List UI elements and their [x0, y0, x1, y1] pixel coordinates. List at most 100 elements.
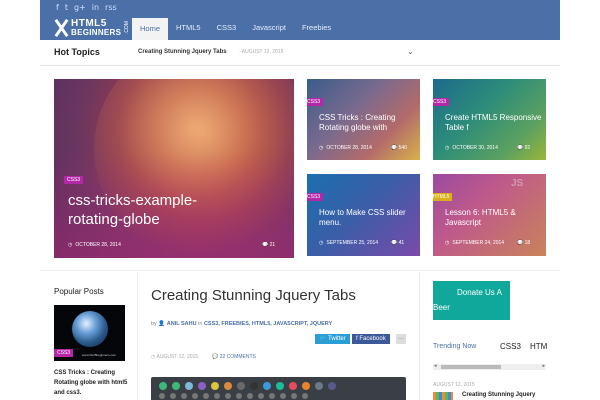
top-bar: f t g+ in rss — [40, 0, 560, 16]
post-meta: ◷ SEPTEMBER 25, 2014 — [319, 240, 378, 246]
category-tag[interactable]: HTML5 — [433, 193, 453, 201]
featured-title[interactable]: css-tricks-example-rotating-globe — [68, 191, 238, 229]
post-meta: ◷ OCTOBER 28, 2014 — [68, 242, 121, 248]
color-swatch — [172, 382, 180, 390]
donate-button[interactable]: Donate Us A Beer — [433, 281, 510, 320]
clock-icon: ◷ — [68, 242, 73, 248]
hot-topic-date: - AUGUST 12, 2015 — [239, 49, 284, 55]
google-plus-icon[interactable]: g+ — [74, 3, 86, 13]
tile-title[interactable]: CSS Tricks : Creating Rotating globe wit… — [319, 113, 419, 133]
comment-count: 💬 41 — [391, 240, 405, 246]
category-tag[interactable]: CSS3 — [64, 176, 84, 184]
color-swatch — [276, 382, 284, 390]
article-date: ◷ AUGUST 12, 2015 — [151, 354, 199, 360]
featured-tile-2[interactable]: CSS3 Create HTML5 Responsive Table f ◷ O… — [433, 79, 546, 160]
article-date-value: AUGUST 12, 2015 — [156, 354, 199, 360]
article-comments-link[interactable]: 💬 22 COMMENTS — [212, 354, 256, 360]
category-tag[interactable]: CSS3 — [433, 98, 450, 106]
nav-html5[interactable]: HTML5 — [168, 16, 209, 40]
popular-posts-title: Popular Posts — [54, 287, 104, 296]
category-tag[interactable]: CSS3 — [307, 193, 324, 201]
swatch-row-2 — [159, 393, 308, 399]
tab-html[interactable]: HTM — [530, 342, 547, 351]
post-meta: ◷ OCTOBER 28, 2014 — [319, 145, 372, 151]
popular-post-tag[interactable]: CSS3 — [54, 349, 74, 357]
css3-logo-icon: JS — [511, 178, 524, 189]
donate-line1: Donate Us A — [457, 288, 502, 297]
twitter-icon[interactable]: t — [65, 3, 68, 13]
color-swatch — [263, 382, 271, 390]
post-meta: ◷ SEPTEMBER 24, 2014 — [445, 240, 504, 246]
logo-x-icon — [54, 18, 68, 38]
nav-freebies[interactable]: Freebies — [294, 16, 339, 40]
article-comments-value: 22 COMMENTS — [219, 354, 256, 360]
nav-bar: HTML5 BEGINNERS .COM Home HTML5 CSS3 Jav… — [40, 16, 560, 40]
in-label: in — [198, 321, 203, 327]
trending-now-title: Trending Now — [433, 343, 477, 350]
post-meta: ◷ OCTOBER 30, 2014 — [445, 145, 498, 151]
category-links[interactable]: CSS3, FREEBIES, HTML5, JAVASCRIPT, JQUER… — [204, 321, 332, 327]
facebook-label: Facebook — [359, 336, 386, 342]
color-swatch — [185, 382, 193, 390]
facebook-share-button[interactable]: f Facebook — [352, 334, 390, 344]
right-arrow-icon[interactable]: ▸ — [542, 363, 545, 369]
user-icon: 👤 — [158, 321, 166, 327]
featured-tile-4[interactable]: JS HTML5 Lesson 6: HTML5 & Javascript ◷ … — [433, 174, 546, 256]
facebook-icon[interactable]: f — [56, 3, 59, 13]
featured-tile-3[interactable]: CSS3 How to Make CSS slider menu. ◷ SEPT… — [307, 174, 420, 256]
article-meta: ◷ AUGUST 12, 2015 💬 22 COMMENTS — [151, 354, 256, 360]
featured-tile-1[interactable]: CSS3 CSS Tricks : Creating Rotating glob… — [307, 79, 420, 160]
popular-post-title[interactable]: CSS Tricks : Creating Rotating globe wit… — [54, 368, 134, 398]
color-swatch — [315, 382, 323, 390]
social-links: f t g+ in rss — [56, 3, 117, 13]
comment-count-value: 92 — [524, 145, 531, 151]
tile-title[interactable]: Create HTML5 Responsive Table f — [445, 113, 545, 133]
page: f t g+ in rss HTML5 BEGINNERS .COM Home … — [40, 0, 560, 400]
site-logo[interactable]: HTML5 BEGINNERS .COM — [54, 16, 130, 40]
scrollbar-thumb[interactable] — [441, 365, 501, 369]
clock-icon: ◷ — [319, 145, 324, 151]
left-arrow-icon[interactable]: ◂ — [434, 363, 437, 369]
comment-count: 💬 18 — [517, 240, 531, 246]
nav-javascript[interactable]: Javascript — [244, 16, 294, 40]
hot-topics-title: Hot Topics — [54, 47, 100, 57]
color-swatch — [224, 382, 232, 390]
linkedin-icon[interactable]: in — [92, 3, 99, 13]
tile-title[interactable]: Lesson 6: HTML5 & Javascript — [445, 208, 545, 228]
hot-topics-bar: Hot Topics Creating Stunning Jquery Tabs… — [40, 40, 560, 66]
twitter-label: Twitter — [328, 336, 346, 342]
nav-css3[interactable]: CSS3 — [209, 16, 245, 40]
comment-count: 💬 540 — [391, 145, 407, 151]
logo-line2: BEGINNERS — [71, 28, 122, 37]
article-title[interactable]: Creating Stunning Jquery Tabs — [151, 287, 356, 304]
by-label: by — [151, 321, 157, 327]
category-tag[interactable]: CSS3 — [307, 98, 324, 106]
logo-text: HTML5 BEGINNERS — [71, 19, 122, 38]
column-divider-right — [419, 272, 420, 400]
rss-icon[interactable]: rss — [105, 3, 117, 13]
tab-css3[interactable]: CSS3 — [500, 342, 521, 351]
color-swatch-row — [159, 382, 336, 390]
tile-title[interactable]: How to Make CSS slider menu. — [319, 208, 419, 228]
trending-date: AUGUST 12, 2015 — [433, 382, 475, 388]
color-swatch — [250, 382, 258, 390]
nav-home[interactable]: Home — [132, 18, 169, 40]
post-date: SEPTEMBER 25, 2014 — [326, 240, 379, 246]
trending-post-title[interactable]: Creating Stunning Jquery — [462, 392, 535, 398]
trending-thumbnail[interactable] — [433, 392, 453, 400]
author-link[interactable]: ANIL SAHU — [167, 321, 197, 327]
comment-count: 💬 21 — [262, 242, 276, 248]
color-swatch — [159, 382, 167, 390]
color-swatch — [302, 382, 310, 390]
more-share-button[interactable]: ··· — [396, 334, 406, 344]
featured-big-tile[interactable]: CSS3 css-tricks-example-rotating-globe ◷… — [54, 79, 294, 258]
clock-icon: ◷ — [445, 145, 450, 151]
hot-topic-link[interactable]: Creating Stunning Jquery Tabs — [138, 49, 227, 55]
twitter-share-button[interactable]: 🐦 Twitter — [315, 334, 350, 344]
color-swatch — [237, 382, 245, 390]
trending-scrollbar[interactable]: ◂ ▸ — [433, 363, 546, 370]
comment-count-value: 540 — [398, 145, 407, 151]
clock-icon: ◷ — [445, 240, 450, 246]
comment-count-value: 21 — [269, 242, 276, 248]
chevron-down-icon[interactable]: ⌄ — [407, 47, 414, 56]
